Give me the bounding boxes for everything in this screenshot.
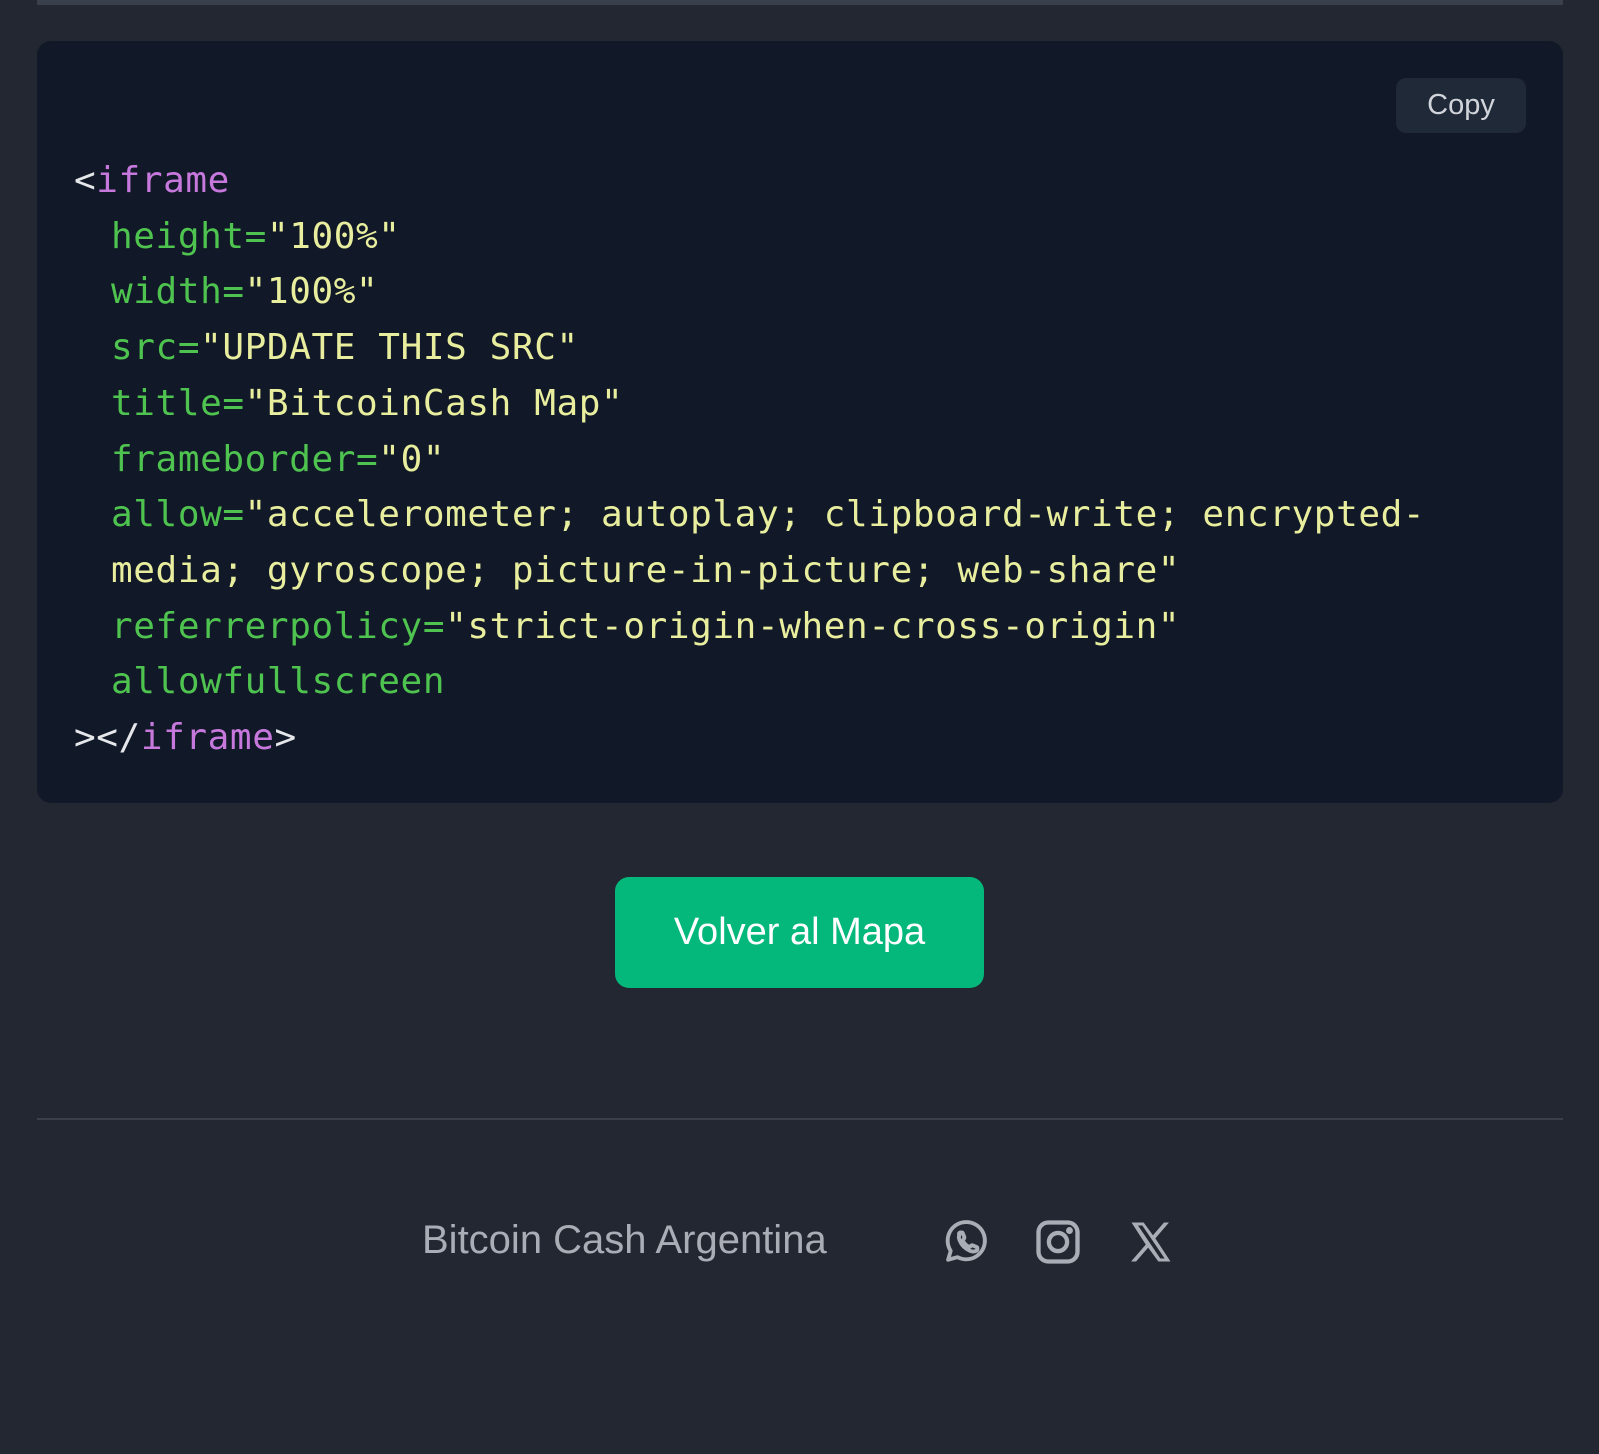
x-twitter-icon	[1125, 1216, 1177, 1268]
code-token-eq: =	[222, 382, 245, 424]
footer-divider	[37, 1118, 1563, 1120]
code-line-8: media; gyroscope; picture-in-picture; we…	[74, 550, 1180, 591]
instagram-link[interactable]	[1032, 1216, 1084, 1268]
code-token-attr: height	[111, 215, 245, 257]
code-token-string: "UPDATE THIS SRC"	[200, 327, 579, 369]
x-twitter-link[interactable]	[1125, 1216, 1177, 1268]
code-line-11: ></iframe>	[74, 717, 297, 758]
code-token-string: "0"	[378, 438, 446, 480]
code-token-attr: allow	[111, 494, 223, 536]
code-token-eq: =	[177, 327, 201, 369]
code-token-attr: src	[111, 327, 178, 369]
code-token-string: "strict-origin-when-cross-origin"	[445, 605, 1181, 647]
code-token-eq: =	[244, 215, 267, 257]
code-token-attr: width	[111, 271, 223, 313]
code-token-string: "accelerometer; autoplay; clipboard-writ…	[244, 494, 1426, 536]
code-token-tag: iframe	[140, 717, 275, 759]
code-line-4: src="UPDATE THIS SRC"	[74, 327, 579, 368]
code-line-10: allowfullscreen	[74, 661, 445, 702]
code-token-string: "100%"	[244, 271, 379, 313]
code-content: <iframe height="100%" width="100%" src="…	[74, 153, 1425, 766]
code-token-eq: =	[356, 438, 379, 480]
code-token-punct: >	[274, 717, 297, 759]
instagram-icon	[1032, 1216, 1084, 1268]
code-token-eq: =	[422, 605, 446, 647]
code-line-6: frameborder="0"	[74, 439, 445, 480]
code-token-string: "BitcoinCash Map"	[244, 382, 624, 424]
code-block: Copy <iframe height="100%" width="100%" …	[37, 41, 1563, 803]
code-token-string: media; gyroscope; picture-in-picture; we…	[111, 549, 1181, 591]
code-token-eq: =	[222, 494, 245, 536]
code-token-eq: =	[222, 271, 245, 313]
code-token-tag: iframe	[96, 160, 230, 201]
code-line-2: height="100%"	[74, 216, 401, 257]
code-token-punct: <	[74, 160, 97, 201]
footer-brand: Bitcoin Cash Argentina	[422, 1218, 827, 1262]
code-token-punct: ></	[74, 717, 141, 759]
code-token-attr: frameborder	[111, 438, 357, 480]
code-line-9: referrerpolicy="strict-origin-when-cross…	[74, 606, 1180, 647]
code-token-attr: referrerpolicy	[111, 605, 423, 647]
code-token-string: "100%"	[266, 215, 401, 257]
code-token-attr: title	[111, 382, 223, 424]
code-line-5: title="BitcoinCash Map"	[74, 383, 623, 424]
code-line-1: <iframe	[74, 160, 230, 201]
copy-button[interactable]: Copy	[1396, 78, 1526, 133]
back-to-map-button[interactable]: Volver al Mapa	[615, 877, 984, 988]
top-divider	[37, 0, 1563, 5]
whatsapp-icon	[939, 1216, 991, 1268]
code-line-3: width="100%"	[74, 271, 378, 312]
code-token-attr: allowfullscreen	[111, 661, 446, 703]
whatsapp-link[interactable]	[939, 1216, 991, 1268]
code-line-7: allow="accelerometer; autoplay; clipboar…	[74, 494, 1425, 535]
